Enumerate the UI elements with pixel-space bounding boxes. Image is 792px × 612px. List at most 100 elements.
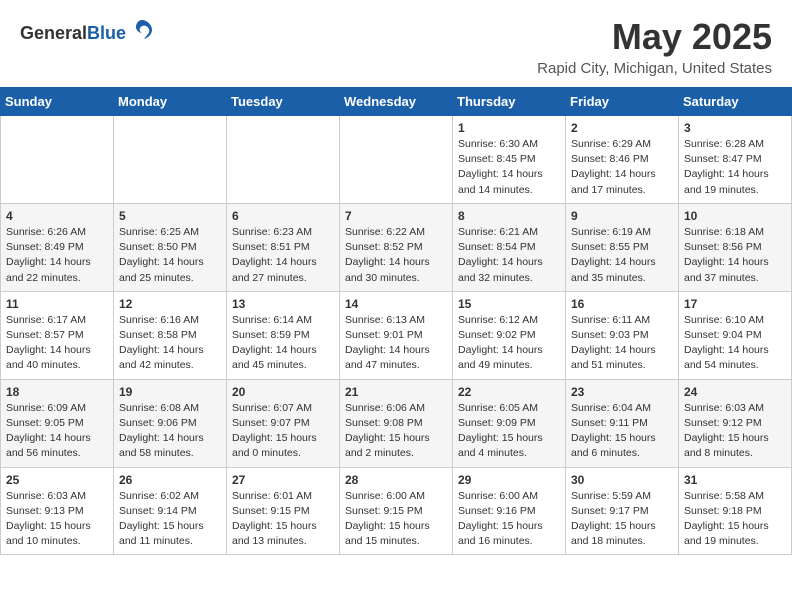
calendar-week-row: 18 Sunrise: 6:09 AM Sunset: 9:05 PM Dayli… <box>1 379 792 467</box>
day-number: 26 <box>119 473 221 487</box>
calendar-cell <box>1 116 114 204</box>
calendar-cell: 20Sunrise: 6:07 AM Sunset: 9:07 PM Dayli… <box>227 379 340 467</box>
calendar-cell: 19Sunrise: 6:08 AM Sunset: 9:06 PM Dayli… <box>114 379 227 467</box>
day-info: Sunrise: 6:25 AM Sunset: 8:50 PM Dayligh… <box>119 225 221 286</box>
calendar-cell: 1 Sunrise: 6:30 AM Sunset: 8:45 PM Daylig… <box>453 116 566 204</box>
calendar-cell: 30Sunrise: 5:59 AM Sunset: 9:17 PM Dayli… <box>566 467 679 555</box>
day-info: Sunrise: 6:06 AM Sunset: 9:08 PM Dayligh… <box>345 401 447 462</box>
calendar-cell: 26 Sunrise: 6:02 AM Sunset: 9:14 PM Dayli… <box>114 467 227 555</box>
calendar-cell: 29 Sunrise: 6:00 AM Sunset: 9:16 PM Dayli… <box>453 467 566 555</box>
weekday-header-thursday: Thursday <box>453 88 566 116</box>
calendar-cell: 5 Sunrise: 6:25 AM Sunset: 8:50 PM Daylig… <box>114 203 227 291</box>
calendar-cell: 8 Sunrise: 6:21 AM Sunset: 8:54 PM Daylig… <box>453 203 566 291</box>
calendar-cell: 12 Sunrise: 6:16 AM Sunset: 8:58 PM Dayli… <box>114 291 227 379</box>
day-number: 28 <box>345 473 447 487</box>
logo: GeneralBlue <box>20 16 156 50</box>
day-info: Sunrise: 6:08 AM Sunset: 9:06 PM Dayligh… <box>119 401 221 462</box>
day-number: 16 <box>571 297 673 311</box>
day-number: 14 <box>345 297 447 311</box>
weekday-header-sunday: Sunday <box>1 88 114 116</box>
day-number: 22 <box>458 385 560 399</box>
calendar-cell: 25 Sunrise: 6:03 AM Sunset: 9:13 PM Dayli… <box>1 467 114 555</box>
calendar-cell: 4 Sunrise: 6:26 AM Sunset: 8:49 PM Daylig… <box>1 203 114 291</box>
day-number: 30 <box>571 473 673 487</box>
weekday-header-wednesday: Wednesday <box>340 88 453 116</box>
calendar-cell: 7Sunrise: 6:22 AM Sunset: 8:52 PM Daylig… <box>340 203 453 291</box>
calendar-week-row: 1 Sunrise: 6:30 AM Sunset: 8:45 PM Daylig… <box>1 116 792 204</box>
day-info: Sunrise: 6:03 AM Sunset: 9:12 PM Dayligh… <box>684 401 786 462</box>
day-number: 24 <box>684 385 786 399</box>
day-number: 6 <box>232 209 334 223</box>
calendar-cell <box>340 116 453 204</box>
logo-bird-icon <box>128 16 156 50</box>
logo-blue: Blue <box>87 23 126 43</box>
day-number: 5 <box>119 209 221 223</box>
day-info: Sunrise: 6:22 AM Sunset: 8:52 PM Dayligh… <box>345 225 447 286</box>
calendar-cell: 10 Sunrise: 6:18 AM Sunset: 8:56 PM Dayli… <box>679 203 792 291</box>
calendar-cell: 18 Sunrise: 6:09 AM Sunset: 9:05 PM Dayli… <box>1 379 114 467</box>
day-number: 2 <box>571 121 673 135</box>
calendar-cell: 6 Sunrise: 6:23 AM Sunset: 8:51 PM Daylig… <box>227 203 340 291</box>
location-label: Rapid City, Michigan, United States <box>537 60 772 77</box>
weekday-header-tuesday: Tuesday <box>227 88 340 116</box>
day-info: Sunrise: 6:10 AM Sunset: 9:04 PM Dayligh… <box>684 313 786 374</box>
calendar-cell: 21 Sunrise: 6:06 AM Sunset: 9:08 PM Dayli… <box>340 379 453 467</box>
day-info: Sunrise: 6:09 AM Sunset: 9:05 PM Dayligh… <box>6 401 108 462</box>
weekday-header-friday: Friday <box>566 88 679 116</box>
weekday-header-row: SundayMondayTuesdayWednesdayThursdayFrid… <box>1 88 792 116</box>
day-number: 29 <box>458 473 560 487</box>
day-number: 20 <box>232 385 334 399</box>
day-info: Sunrise: 6:26 AM Sunset: 8:49 PM Dayligh… <box>6 225 108 286</box>
weekday-header-saturday: Saturday <box>679 88 792 116</box>
calendar-cell: 27Sunrise: 6:01 AM Sunset: 9:15 PM Dayli… <box>227 467 340 555</box>
calendar-cell: 16 Sunrise: 6:11 AM Sunset: 9:03 PM Dayli… <box>566 291 679 379</box>
day-info: Sunrise: 6:19 AM Sunset: 8:55 PM Dayligh… <box>571 225 673 286</box>
title-area: May 2025 Rapid City, Michigan, United St… <box>537 16 772 77</box>
calendar-cell <box>114 116 227 204</box>
day-number: 11 <box>6 297 108 311</box>
day-info: Sunrise: 6:00 AM Sunset: 9:16 PM Dayligh… <box>458 489 560 550</box>
month-title: May 2025 <box>537 16 772 58</box>
calendar-cell <box>227 116 340 204</box>
day-number: 23 <box>571 385 673 399</box>
calendar-cell: 17 Sunrise: 6:10 AM Sunset: 9:04 PM Dayli… <box>679 291 792 379</box>
day-number: 10 <box>684 209 786 223</box>
day-number: 12 <box>119 297 221 311</box>
day-number: 4 <box>6 209 108 223</box>
weekday-header-monday: Monday <box>114 88 227 116</box>
day-info: Sunrise: 6:14 AM Sunset: 8:59 PM Dayligh… <box>232 313 334 374</box>
page-header: GeneralBlue May 2025 Rapid City, Michiga… <box>0 0 792 81</box>
day-number: 21 <box>345 385 447 399</box>
calendar-cell: 24 Sunrise: 6:03 AM Sunset: 9:12 PM Dayli… <box>679 379 792 467</box>
day-number: 17 <box>684 297 786 311</box>
day-info: Sunrise: 6:05 AM Sunset: 9:09 PM Dayligh… <box>458 401 560 462</box>
day-number: 25 <box>6 473 108 487</box>
calendar-cell: 22 Sunrise: 6:05 AM Sunset: 9:09 PM Dayli… <box>453 379 566 467</box>
calendar-cell: 13Sunrise: 6:14 AM Sunset: 8:59 PM Dayli… <box>227 291 340 379</box>
calendar-table: SundayMondayTuesdayWednesdayThursdayFrid… <box>0 87 792 555</box>
day-info: Sunrise: 6:01 AM Sunset: 9:15 PM Dayligh… <box>232 489 334 550</box>
day-info: Sunrise: 6:12 AM Sunset: 9:02 PM Dayligh… <box>458 313 560 374</box>
day-info: Sunrise: 6:29 AM Sunset: 8:46 PM Dayligh… <box>571 137 673 198</box>
day-info: Sunrise: 6:30 AM Sunset: 8:45 PM Dayligh… <box>458 137 560 198</box>
day-info: Sunrise: 6:02 AM Sunset: 9:14 PM Dayligh… <box>119 489 221 550</box>
day-number: 8 <box>458 209 560 223</box>
calendar-cell: 23Sunrise: 6:04 AM Sunset: 9:11 PM Dayli… <box>566 379 679 467</box>
calendar-week-row: 4 Sunrise: 6:26 AM Sunset: 8:49 PM Daylig… <box>1 203 792 291</box>
calendar-week-row: 25 Sunrise: 6:03 AM Sunset: 9:13 PM Dayli… <box>1 467 792 555</box>
day-info: Sunrise: 6:03 AM Sunset: 9:13 PM Dayligh… <box>6 489 108 550</box>
day-number: 3 <box>684 121 786 135</box>
day-info: Sunrise: 6:00 AM Sunset: 9:15 PM Dayligh… <box>345 489 447 550</box>
day-info: Sunrise: 6:21 AM Sunset: 8:54 PM Dayligh… <box>458 225 560 286</box>
day-info: Sunrise: 6:18 AM Sunset: 8:56 PM Dayligh… <box>684 225 786 286</box>
day-info: Sunrise: 6:28 AM Sunset: 8:47 PM Dayligh… <box>684 137 786 198</box>
day-number: 1 <box>458 121 560 135</box>
calendar-cell: 15Sunrise: 6:12 AM Sunset: 9:02 PM Dayli… <box>453 291 566 379</box>
day-number: 18 <box>6 385 108 399</box>
day-info: Sunrise: 6:23 AM Sunset: 8:51 PM Dayligh… <box>232 225 334 286</box>
calendar-cell: 11Sunrise: 6:17 AM Sunset: 8:57 PM Dayli… <box>1 291 114 379</box>
calendar-cell: 3 Sunrise: 6:28 AM Sunset: 8:47 PM Daylig… <box>679 116 792 204</box>
day-info: Sunrise: 6:11 AM Sunset: 9:03 PM Dayligh… <box>571 313 673 374</box>
day-number: 31 <box>684 473 786 487</box>
day-info: Sunrise: 6:16 AM Sunset: 8:58 PM Dayligh… <box>119 313 221 374</box>
